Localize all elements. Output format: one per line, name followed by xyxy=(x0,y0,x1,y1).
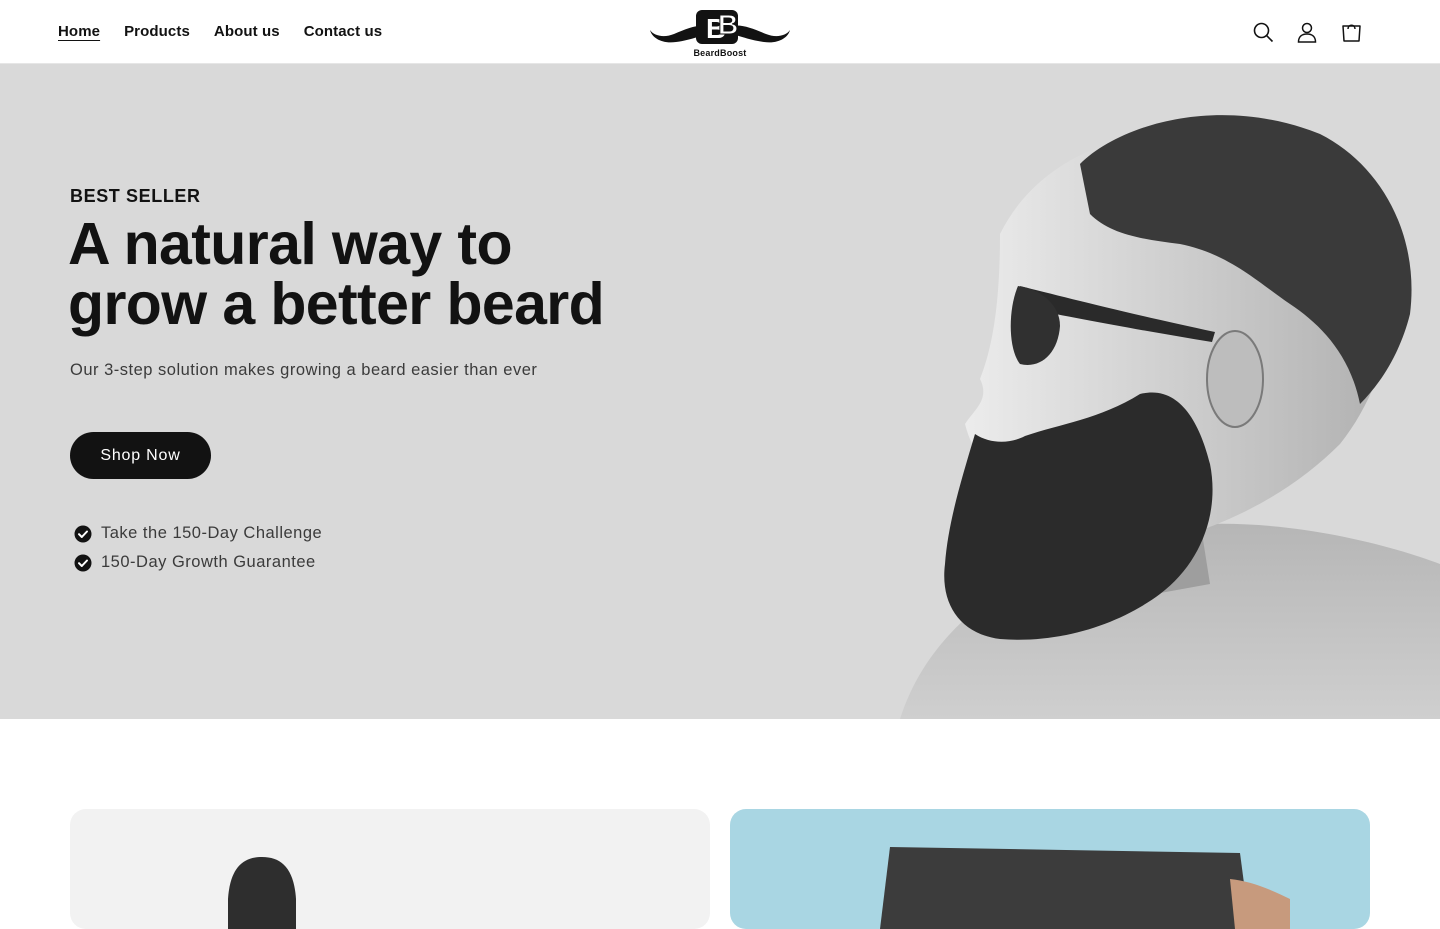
check-circle-icon xyxy=(74,525,92,542)
logo[interactable]: B B BeardBoost xyxy=(648,4,792,60)
hero-headline-line-2: grow a better beard xyxy=(68,271,605,337)
nav-products-link[interactable]: Products xyxy=(124,23,190,40)
hero-section: BEST SELLER A natural way to grow a bett… xyxy=(0,64,1440,719)
benefit-text: Take the 150-Day Challenge xyxy=(101,524,323,542)
logo-text: BeardBoost xyxy=(693,48,747,58)
account-icon[interactable] xyxy=(1296,20,1318,44)
header-icons xyxy=(1252,20,1362,44)
mustache-logo-icon: B B xyxy=(650,9,790,44)
main-nav: Home Products About us Contact us xyxy=(58,23,382,40)
benefit-item: 150-Day Growth Guarantee xyxy=(74,548,322,577)
nav-home-link[interactable]: Home xyxy=(58,23,100,40)
nav-contact-link[interactable]: Contact us xyxy=(304,23,383,40)
check-circle-icon xyxy=(74,554,92,571)
site-header: Home Products About us Contact us B B Be… xyxy=(0,0,1440,64)
svg-text:B: B xyxy=(718,9,738,40)
product-card-left[interactable] xyxy=(70,809,710,929)
product-box-image xyxy=(880,847,1290,929)
cart-icon[interactable] xyxy=(1340,20,1362,44)
shop-now-button[interactable]: Shop Now xyxy=(70,432,211,479)
hero-eyebrow: BEST SELLER xyxy=(70,186,201,206)
nav-about-link[interactable]: About us xyxy=(214,23,280,40)
benefit-item: Take the 150-Day Challenge xyxy=(74,519,322,548)
search-icon[interactable] xyxy=(1252,20,1274,44)
hero-headline-line-1: A natural way to xyxy=(68,211,513,277)
hero-man-profile-image xyxy=(900,115,1440,719)
hero-headline: A natural way to grow a better beard xyxy=(68,214,708,334)
hero-subtext: Our 3-step solution makes growing a bear… xyxy=(70,361,538,379)
product-card-right[interactable] xyxy=(730,809,1370,929)
benefit-text: 150-Day Growth Guarantee xyxy=(101,553,316,571)
product-bottle-image xyxy=(228,857,296,929)
hero-benefits-list: Take the 150-Day Challenge 150-Day Growt… xyxy=(74,519,322,577)
